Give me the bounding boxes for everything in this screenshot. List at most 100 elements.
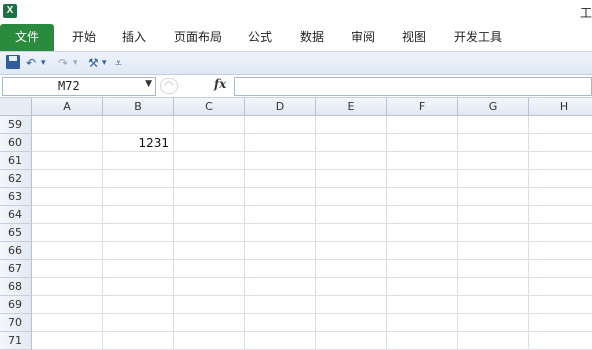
cell-a60[interactable]: [32, 134, 103, 152]
cell-b71[interactable]: [103, 332, 174, 350]
cell-c60[interactable]: [174, 134, 245, 152]
cell-h71[interactable]: [529, 332, 592, 350]
tools-icon[interactable]: ⚒: [88, 55, 99, 71]
cell-f63[interactable]: [387, 188, 458, 206]
cell-a63[interactable]: [32, 188, 103, 206]
cell-c68[interactable]: [174, 278, 245, 296]
row-header-68[interactable]: 68: [0, 278, 32, 296]
cell-d68[interactable]: [245, 278, 316, 296]
cell-b61[interactable]: [103, 152, 174, 170]
cell-h69[interactable]: [529, 296, 592, 314]
cell-d70[interactable]: [245, 314, 316, 332]
cell-e69[interactable]: [316, 296, 387, 314]
row-header-66[interactable]: 66: [0, 242, 32, 260]
cell-e61[interactable]: [316, 152, 387, 170]
cell-a68[interactable]: [32, 278, 103, 296]
cell-e70[interactable]: [316, 314, 387, 332]
cell-c65[interactable]: [174, 224, 245, 242]
cell-f71[interactable]: [387, 332, 458, 350]
cell-h60[interactable]: [529, 134, 592, 152]
row-header-60[interactable]: 60: [0, 134, 32, 152]
row-header-69[interactable]: 69: [0, 296, 32, 314]
name-box-dropdown-icon[interactable]: ▼: [145, 79, 152, 89]
cell-g65[interactable]: [458, 224, 529, 242]
cell-d61[interactable]: [245, 152, 316, 170]
cell-f66[interactable]: [387, 242, 458, 260]
cell-g62[interactable]: [458, 170, 529, 188]
cell-g69[interactable]: [458, 296, 529, 314]
undo-dropdown-icon[interactable]: ▾: [41, 55, 46, 71]
tab-page-layout[interactable]: 页面布局: [166, 24, 230, 51]
cell-b63[interactable]: [103, 188, 174, 206]
cell-d60[interactable]: [245, 134, 316, 152]
cell-d64[interactable]: [245, 206, 316, 224]
cell-b67[interactable]: [103, 260, 174, 278]
cell-f70[interactable]: [387, 314, 458, 332]
cell-b60[interactable]: 1231: [103, 134, 174, 152]
cell-h70[interactable]: [529, 314, 592, 332]
cell-h64[interactable]: [529, 206, 592, 224]
row-header-61[interactable]: 61: [0, 152, 32, 170]
cell-f62[interactable]: [387, 170, 458, 188]
column-header-d[interactable]: D: [245, 98, 316, 116]
column-header-c[interactable]: C: [174, 98, 245, 116]
tab-formulas[interactable]: 公式: [240, 24, 280, 51]
cell-f59[interactable]: [387, 116, 458, 134]
cell-d62[interactable]: [245, 170, 316, 188]
row-header-64[interactable]: 64: [0, 206, 32, 224]
cell-f61[interactable]: [387, 152, 458, 170]
tab-view[interactable]: 视图: [394, 24, 434, 51]
cell-a69[interactable]: [32, 296, 103, 314]
cell-g68[interactable]: [458, 278, 529, 296]
cell-f64[interactable]: [387, 206, 458, 224]
row-header-63[interactable]: 63: [0, 188, 32, 206]
cell-g64[interactable]: [458, 206, 529, 224]
cell-d63[interactable]: [245, 188, 316, 206]
cell-a66[interactable]: [32, 242, 103, 260]
cell-b62[interactable]: [103, 170, 174, 188]
cell-e59[interactable]: [316, 116, 387, 134]
cell-h62[interactable]: [529, 170, 592, 188]
cancel-icon[interactable]: ◠: [160, 78, 178, 94]
cell-c61[interactable]: [174, 152, 245, 170]
cell-e60[interactable]: [316, 134, 387, 152]
column-header-a[interactable]: A: [32, 98, 103, 116]
cell-c70[interactable]: [174, 314, 245, 332]
cell-b59[interactable]: [103, 116, 174, 134]
cell-c62[interactable]: [174, 170, 245, 188]
cell-a67[interactable]: [32, 260, 103, 278]
tab-insert[interactable]: 插入: [114, 24, 154, 51]
cell-e68[interactable]: [316, 278, 387, 296]
cell-f65[interactable]: [387, 224, 458, 242]
cell-g71[interactable]: [458, 332, 529, 350]
cell-a61[interactable]: [32, 152, 103, 170]
formula-input[interactable]: [234, 77, 592, 96]
cell-h68[interactable]: [529, 278, 592, 296]
cell-e66[interactable]: [316, 242, 387, 260]
redo-dropdown-icon[interactable]: ▾: [73, 55, 78, 71]
column-header-e[interactable]: E: [316, 98, 387, 116]
cell-c69[interactable]: [174, 296, 245, 314]
cell-e67[interactable]: [316, 260, 387, 278]
cell-b64[interactable]: [103, 206, 174, 224]
cell-d65[interactable]: [245, 224, 316, 242]
redo-icon[interactable]: ↷: [58, 55, 68, 71]
cell-g67[interactable]: [458, 260, 529, 278]
row-header-71[interactable]: 71: [0, 332, 32, 350]
column-header-g[interactable]: G: [458, 98, 529, 116]
tab-data[interactable]: 数据: [292, 24, 332, 51]
cell-g66[interactable]: [458, 242, 529, 260]
cell-e62[interactable]: [316, 170, 387, 188]
cell-f67[interactable]: [387, 260, 458, 278]
cell-a62[interactable]: [32, 170, 103, 188]
row-header-65[interactable]: 65: [0, 224, 32, 242]
cell-f60[interactable]: [387, 134, 458, 152]
cell-g61[interactable]: [458, 152, 529, 170]
column-header-f[interactable]: F: [387, 98, 458, 116]
undo-icon[interactable]: ↶: [26, 55, 36, 71]
name-box[interactable]: M72 ▼: [2, 77, 156, 96]
cell-e65[interactable]: [316, 224, 387, 242]
cell-c66[interactable]: [174, 242, 245, 260]
cell-a71[interactable]: [32, 332, 103, 350]
cell-e71[interactable]: [316, 332, 387, 350]
